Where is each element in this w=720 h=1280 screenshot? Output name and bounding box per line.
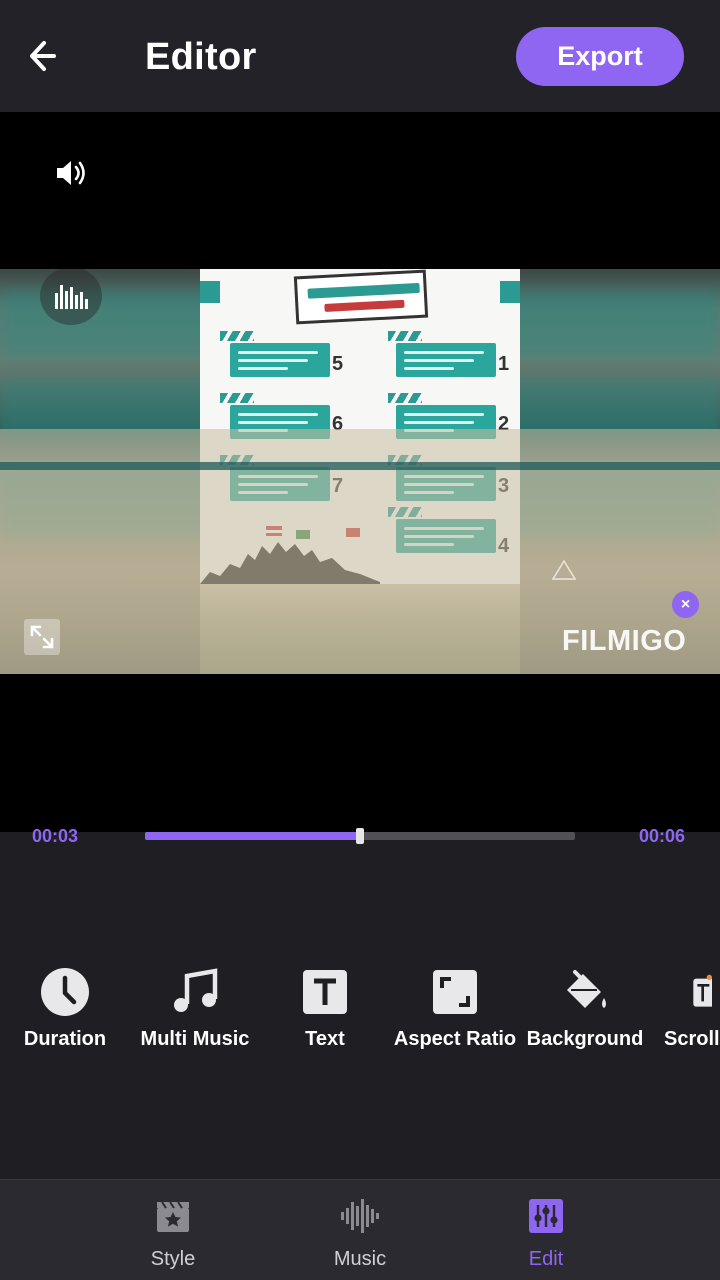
current-time: 00:03: [32, 826, 79, 846]
poster-ribbon: [500, 281, 520, 303]
clapperboard-star-icon: [157, 1201, 189, 1232]
back-button[interactable]: [22, 32, 74, 80]
watermark: FILMIGO: [562, 625, 687, 657]
tool-text[interactable]: Text: [290, 966, 360, 1051]
watermark-close-button[interactable]: ×: [672, 591, 699, 618]
decor-stripe: [388, 331, 422, 341]
nav-edit[interactable]: Edit: [486, 1198, 606, 1271]
tool-aspect-ratio[interactable]: Aspect Ratio: [392, 966, 518, 1051]
tool-label: Duration: [23, 1028, 107, 1050]
transition-line: [0, 462, 720, 470]
poster-number: 5: [332, 353, 344, 375]
poster-title-line: [307, 282, 420, 299]
decor-stripe: [388, 393, 422, 403]
video-frame: 5 6 7 1: [0, 269, 720, 674]
poster-title-box: [293, 269, 429, 325]
waveform-icon: [341, 1199, 379, 1233]
timeline-progress: [145, 832, 360, 840]
timeline-thumb[interactable]: [356, 828, 364, 844]
page-title: Editor: [145, 36, 257, 78]
nav-music[interactable]: Music: [300, 1198, 420, 1271]
text-icon: [303, 970, 347, 1014]
editor-screen: Editor Export 5 6 1 2 FILMIGO × 00:03 00…: [0, 0, 720, 1280]
top-bar: Editor Export: [0, 0, 720, 112]
decor-stripe: [220, 393, 254, 403]
poster-subtitle-line: [324, 299, 405, 312]
tool-label: Text: [305, 1028, 345, 1050]
clock-icon: [41, 968, 89, 1016]
bottom-navigation: Style Music Edit: [0, 1179, 720, 1280]
total-time: 00:06: [639, 826, 686, 846]
tool-background[interactable]: Background: [526, 966, 644, 1051]
edit-toolbar: Duration Multi Music Text Aspect Ratio B…: [0, 966, 720, 1066]
video-preview[interactable]: 5 6 7 1: [0, 112, 720, 832]
paint-bucket-icon: [567, 970, 606, 1008]
expand-icon: [30, 625, 54, 649]
export-button[interactable]: Export: [516, 27, 684, 86]
arrow-left-icon: [30, 41, 56, 71]
nav-label: Style: [150, 1248, 196, 1270]
poster-number: 1: [498, 353, 510, 375]
volume-icon[interactable]: [54, 158, 88, 188]
aspect-ratio-icon: [433, 970, 477, 1014]
equalizer-button[interactable]: [40, 269, 102, 325]
scroll-text-icon: [693, 974, 712, 1007]
expand-button[interactable]: [24, 619, 60, 655]
decor-stripe: [220, 331, 254, 341]
nav-label: Edit: [528, 1248, 564, 1270]
nav-label: Music: [333, 1248, 387, 1270]
triangle-marker-icon: [551, 559, 577, 580]
tool-label: Aspect Ratio: [393, 1028, 517, 1050]
nav-style[interactable]: Style: [113, 1198, 233, 1271]
equalizer-icon: [55, 285, 88, 309]
sliders-icon: [529, 1199, 563, 1233]
tool-label: Scroll: [664, 1028, 720, 1050]
poster-card: [230, 343, 330, 377]
tool-label: Background: [526, 1028, 644, 1050]
tool-multi-music[interactable]: Multi Music: [135, 966, 255, 1051]
tool-scroll[interactable]: Scroll: [660, 966, 720, 1051]
timeline-slider[interactable]: [145, 828, 575, 844]
tool-label: Multi Music: [140, 1028, 250, 1050]
poster-ribbon: [200, 281, 220, 303]
tool-duration[interactable]: Duration: [22, 966, 108, 1051]
music-note-icon: [174, 968, 218, 1012]
poster-card: [396, 343, 496, 377]
